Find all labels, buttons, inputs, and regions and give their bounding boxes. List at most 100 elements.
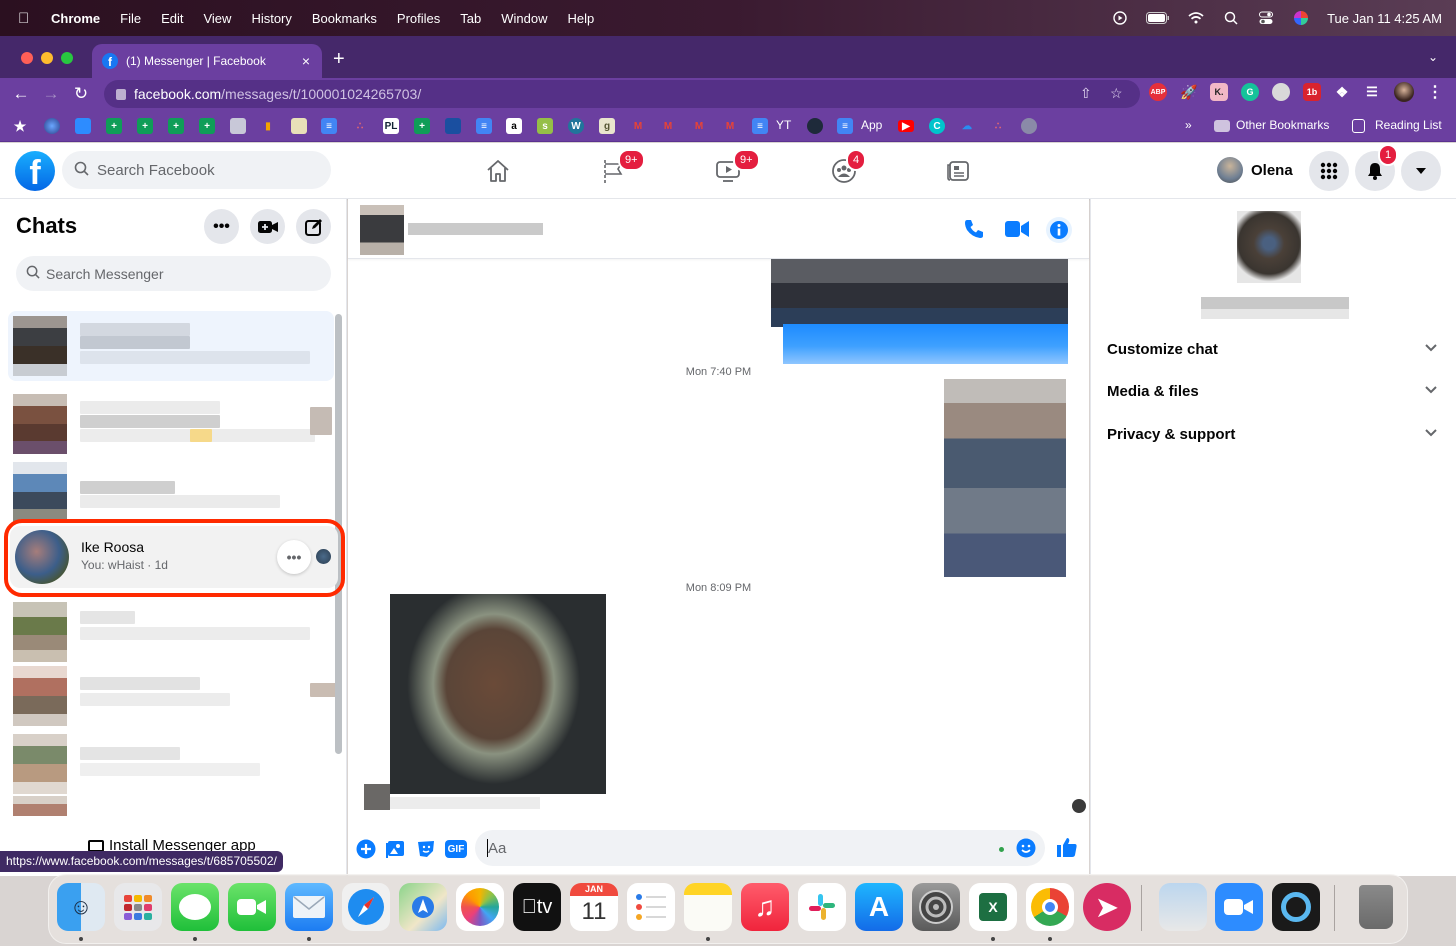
bookmarks-overflow-button[interactable]: » xyxy=(1185,118,1192,132)
gif-button[interactable]: GIF xyxy=(445,840,467,858)
menu-window[interactable]: Window xyxy=(501,11,547,26)
reading-list-button[interactable]: Reading List xyxy=(1375,118,1442,132)
dock-photos[interactable] xyxy=(456,883,504,931)
1b-extension-icon[interactable]: 1b xyxy=(1303,83,1321,101)
bookmark-pl-icon[interactable]: PL xyxy=(383,118,399,134)
rocket-extension-icon[interactable]: 🚀 xyxy=(1180,83,1198,101)
bookmark-yt-label[interactable]: YT xyxy=(776,118,791,132)
dock-chrome[interactable] xyxy=(1026,883,1074,931)
chat-list-item[interactable] xyxy=(8,729,334,799)
dock-zoom[interactable] xyxy=(1215,883,1263,931)
bookmark-amazon-icon[interactable]: a xyxy=(506,118,522,134)
video-call-icon[interactable] xyxy=(1005,217,1029,241)
bookmark-canva-icon[interactable]: C xyxy=(929,118,945,134)
dock-calendar[interactable]: JAN 11 xyxy=(570,883,618,931)
menu-chrome[interactable]: Chrome xyxy=(51,11,100,26)
bookmark-globe-icon[interactable] xyxy=(44,118,60,134)
received-image-pixelated[interactable] xyxy=(390,594,606,794)
dock-quicktime[interactable] xyxy=(1272,883,1320,931)
conversation-avatar-pixelated[interactable] xyxy=(360,205,404,255)
window-minimize-button[interactable] xyxy=(41,52,53,64)
profile-button[interactable]: Olena xyxy=(1217,157,1293,183)
bookmark-asana-icon[interactable]: ∴ xyxy=(352,118,368,134)
new-room-video-button[interactable] xyxy=(250,209,285,244)
bookmark-gmail-icon[interactable]: M xyxy=(722,118,738,134)
chrome-profile-avatar[interactable] xyxy=(1394,82,1414,102)
more-actions-plus-icon[interactable] xyxy=(356,839,376,859)
bookmark-asana-icon[interactable]: ∴ xyxy=(990,118,1006,134)
chat-list-item[interactable] xyxy=(8,389,334,459)
bookmark-gmail-icon[interactable]: M xyxy=(660,118,676,134)
bookmark-docs-icon[interactable]: ≡ xyxy=(837,118,853,134)
dock-facetime[interactable] xyxy=(228,883,276,931)
emoji-picker-icon[interactable] xyxy=(1016,838,1036,862)
bookmark-dark-icon[interactable] xyxy=(807,118,823,134)
conversation-name-redacted[interactable] xyxy=(408,223,543,235)
bookmark-sheets-icon[interactable]: + xyxy=(137,118,153,134)
bookmark-gmail-icon[interactable]: M xyxy=(691,118,707,134)
media-control-icon[interactable]: ☰ xyxy=(1363,83,1381,101)
browser-tab-messenger[interactable]: f (1) Messenger | Facebook × xyxy=(92,44,322,78)
bookmark-bar-icon[interactable] xyxy=(445,118,461,134)
bookmark-sheets-icon[interactable]: + xyxy=(414,118,430,134)
menu-help[interactable]: Help xyxy=(568,11,595,26)
k-extension-icon[interactable]: K. xyxy=(1210,83,1228,101)
facebook-logo[interactable]: f xyxy=(15,151,55,191)
adblock-plus-extension-icon[interactable]: ABP xyxy=(1149,83,1167,101)
sent-message-pixelated[interactable] xyxy=(771,259,1068,327)
bookmark-gmail-icon[interactable]: M xyxy=(630,118,646,134)
bookmark-viking-icon[interactable] xyxy=(1021,118,1037,134)
chat-list-item[interactable] xyxy=(8,791,334,821)
window-zoom-button[interactable] xyxy=(61,52,73,64)
sticker-icon[interactable] xyxy=(416,839,436,859)
wifi-icon[interactable] xyxy=(1187,11,1205,25)
dock-mail[interactable] xyxy=(285,883,333,931)
menu-history[interactable]: History xyxy=(251,11,291,26)
dock-maps[interactable] xyxy=(399,883,447,931)
dock-excel[interactable]: X xyxy=(969,883,1017,931)
nav-news-icon[interactable] xyxy=(944,158,972,184)
sent-image-pixelated[interactable] xyxy=(944,379,1066,577)
media-files-section[interactable]: Media & files xyxy=(1107,383,1437,400)
menu-file[interactable]: File xyxy=(120,11,141,26)
siri-icon[interactable] xyxy=(1292,11,1310,25)
bookmark-star-icon[interactable]: ☆ xyxy=(1110,85,1123,102)
dock-trash[interactable] xyxy=(1352,883,1400,931)
tab-close-button[interactable]: × xyxy=(302,53,310,69)
dock-launchpad[interactable] xyxy=(114,883,162,931)
play-circle-icon[interactable] xyxy=(1111,11,1129,25)
sent-message-bubble-pixelated[interactable] xyxy=(783,324,1068,364)
chat-list-item[interactable] xyxy=(8,597,334,667)
bookmark-docs-icon[interactable]: ≡ xyxy=(321,118,337,134)
share-icon[interactable]: ⇧ xyxy=(1080,85,1092,102)
chat-list-item[interactable] xyxy=(8,457,334,527)
dock-messages[interactable] xyxy=(171,883,219,931)
menu-grid-button[interactable] xyxy=(1309,151,1349,191)
dock-slack[interactable] xyxy=(798,883,846,931)
chat-list-item[interactable] xyxy=(8,311,334,381)
dock-preview[interactable] xyxy=(1159,883,1207,931)
bookmark-sheets-icon[interactable]: + xyxy=(168,118,184,134)
dock-safari[interactable] xyxy=(342,883,390,931)
facebook-search-input[interactable]: Search Facebook xyxy=(62,151,331,189)
bookmark-shopify-icon[interactable]: s xyxy=(537,118,553,134)
dock-airmail[interactable]: ➤ xyxy=(1083,883,1131,931)
menu-view[interactable]: View xyxy=(203,11,231,26)
bookmark-calendar-icon[interactable] xyxy=(230,118,246,134)
menu-profiles[interactable]: Profiles xyxy=(397,11,440,26)
audio-call-icon[interactable] xyxy=(962,217,986,241)
dock-reminders[interactable] xyxy=(627,883,675,931)
new-tab-button[interactable]: + xyxy=(333,48,345,71)
bookmark-star-icon[interactable]: ★ xyxy=(12,118,28,134)
bookmark-analytics-icon[interactable]: ▮ xyxy=(260,118,276,134)
grammarly-extension-icon[interactable]: G xyxy=(1241,83,1259,101)
tab-search-chevron-icon[interactable]: ⌄ xyxy=(1428,50,1438,64)
dock-apple-tv[interactable]: tv xyxy=(513,883,561,931)
menu-bookmarks[interactable]: Bookmarks xyxy=(312,11,377,26)
chat-list-item[interactable] xyxy=(8,661,336,731)
forward-button[interactable]: → xyxy=(36,84,66,104)
dock-finder[interactable]: ☺ xyxy=(57,883,105,931)
info-avatar-pixelated[interactable] xyxy=(1237,211,1301,283)
bookmark-cloud-icon[interactable]: ☁ xyxy=(959,118,975,134)
control-center-icon[interactable] xyxy=(1257,11,1275,25)
